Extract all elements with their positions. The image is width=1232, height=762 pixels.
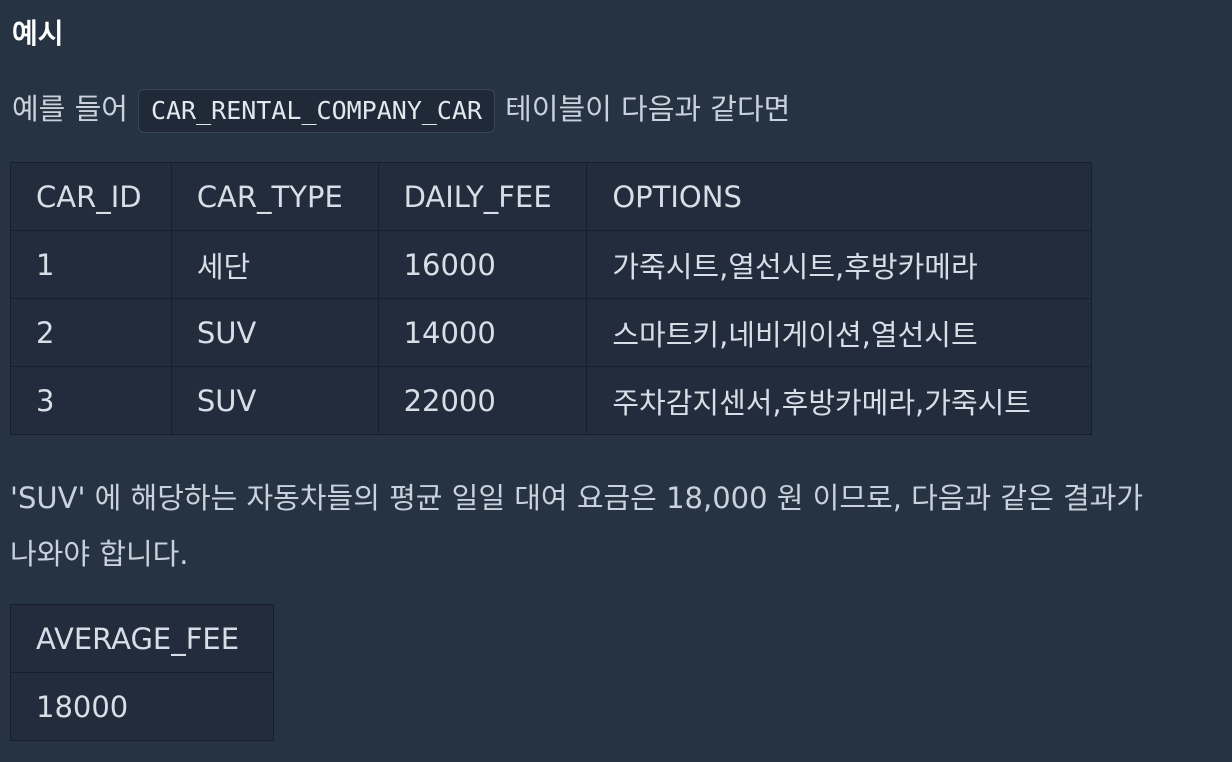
explanation-paragraph: 'SUV' 에 해당하는 자동차들의 평균 일일 대여 요금은 18,000 원…	[10, 470, 1232, 582]
table-row: 2 SUV 14000 스마트키,네비게이션,열선시트	[10, 298, 1092, 367]
table-row: 1 세단 16000 가죽시트,열선시트,후방카메라	[10, 230, 1092, 299]
table-header-row: AVERAGE_FEE	[10, 604, 274, 673]
car-rental-table: CAR_ID CAR_TYPE DAILY_FEE OPTIONS 1 세단 1…	[10, 162, 1092, 435]
cell-average-fee: 18000	[10, 672, 274, 741]
table-row: 3 SUV 22000 주차감지센서,후방카메라,가죽시트	[10, 366, 1092, 435]
result-table: AVERAGE_FEE 18000	[10, 604, 274, 741]
table-name-code: CAR_RENTAL_COMPANY_CAR	[137, 89, 496, 133]
header-daily-fee: DAILY_FEE	[377, 162, 588, 231]
cell-car-id: 1	[10, 230, 172, 299]
cell-options: 스마트키,네비게이션,열선시트	[586, 298, 1092, 367]
cell-car-type: 세단	[170, 230, 379, 299]
table-row: 18000	[10, 672, 274, 741]
cell-car-type: SUV	[170, 298, 379, 367]
cell-daily-fee: 22000	[377, 366, 588, 435]
section-heading: 예시	[12, 17, 64, 50]
cell-options: 주차감지센서,후방카메라,가죽시트	[586, 366, 1092, 435]
intro-after: 테이블이 다음과 같다면	[505, 92, 791, 126]
header-options: OPTIONS	[586, 162, 1092, 231]
table-header-row: CAR_ID CAR_TYPE DAILY_FEE OPTIONS	[10, 162, 1092, 231]
cell-car-type: SUV	[170, 366, 379, 435]
cell-daily-fee: 14000	[377, 298, 588, 367]
cell-car-id: 2	[10, 298, 172, 367]
paragraph-line-2: 나와야 합니다.	[10, 537, 189, 571]
cell-daily-fee: 16000	[377, 230, 588, 299]
header-car-type: CAR_TYPE	[170, 162, 379, 231]
intro-before: 예를 들어	[12, 92, 128, 126]
paragraph-line-1: 'SUV' 에 해당하는 자동차들의 평균 일일 대여 요금은 18,000 원…	[10, 481, 1144, 515]
header-car-id: CAR_ID	[10, 162, 172, 231]
intro-text: 예를 들어 CAR_RENTAL_COMPANY_CAR 테이블이 다음과 같다면	[12, 86, 790, 133]
header-average-fee: AVERAGE_FEE	[10, 604, 274, 673]
cell-options: 가죽시트,열선시트,후방카메라	[586, 230, 1092, 299]
cell-car-id: 3	[10, 366, 172, 435]
